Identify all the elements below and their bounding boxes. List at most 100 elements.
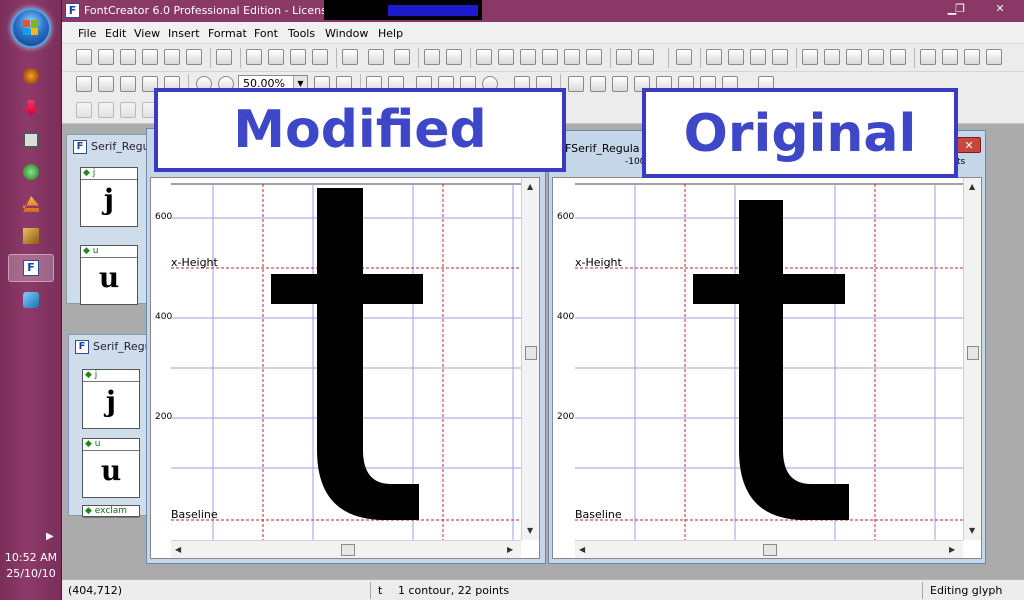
window-title[interactable]: F Serif_Regu — [75, 340, 152, 354]
undo-icon[interactable] — [342, 49, 358, 65]
glyph-canvas[interactable]: 600 400 200 x-Height Baseline ▲ ▼ ◀ ▶ — [552, 177, 982, 559]
menu-edit[interactable]: Edit — [105, 27, 126, 40]
scroll-thumb[interactable] — [967, 346, 979, 360]
menu-help[interactable]: Help — [378, 27, 403, 40]
glyph-edit-window-modified[interactable]: 600 400 200 x-Height Baseline ▲ ▼ ◀ ▶ — [146, 128, 546, 564]
close-window-button[interactable]: ✕ — [957, 137, 981, 153]
flower-icon[interactable] — [728, 49, 744, 65]
copy-icon[interactable] — [268, 49, 284, 65]
scroll-left-arrow-icon[interactable]: ◀ — [175, 545, 181, 554]
intersect-icon[interactable] — [964, 49, 980, 65]
glyph-cell[interactable]: ◆ j j — [80, 167, 138, 227]
fontcreator-app-icon[interactable]: F — [65, 3, 80, 18]
glyph-cell[interactable]: ◆ u u — [80, 245, 138, 305]
eraser-icon[interactable] — [706, 49, 722, 65]
glyph-cell[interactable]: ◆ j j — [82, 369, 140, 429]
vertical-scrollbar[interactable]: ▲ ▼ — [963, 178, 981, 540]
subtract-icon[interactable] — [942, 49, 958, 65]
check-icon[interactable] — [586, 49, 602, 65]
menu-window[interactable]: Window — [325, 27, 368, 40]
new-file-icon[interactable] — [76, 49, 92, 65]
vertical-scrollbar[interactable]: ▲ ▼ — [521, 178, 539, 540]
list-icon[interactable] — [498, 49, 514, 65]
glyph-overview-window[interactable]: F Serif_Regu ◆ j j ◆ u u ◆ exclam — [68, 334, 152, 518]
test-icon[interactable] — [186, 49, 202, 65]
start-button[interactable] — [11, 8, 51, 48]
menu-tools[interactable]: Tools — [288, 27, 315, 40]
save-icon[interactable] — [120, 49, 136, 65]
select-rectangle-icon[interactable] — [76, 76, 92, 92]
text-icon[interactable] — [542, 49, 558, 65]
lasso-icon[interactable] — [98, 76, 114, 92]
taskbar-app-download-icon[interactable] — [19, 96, 43, 120]
redo-icon[interactable] — [368, 49, 384, 65]
flip-left-icon[interactable] — [802, 49, 818, 65]
open-file-icon[interactable] — [98, 49, 114, 65]
sort-icon[interactable] — [476, 49, 492, 65]
print-icon[interactable] — [216, 49, 232, 65]
horizontal-scrollbar[interactable]: ◀ ▶ — [575, 540, 963, 558]
window-title[interactable]: FSerif_Regula — [565, 142, 640, 155]
scroll-thumb[interactable] — [341, 544, 355, 556]
glyph-overview-window[interactable]: F Serif_Regu ◆ j j ◆ u u — [66, 134, 150, 305]
glyph-cell[interactable]: ◆ u u — [82, 438, 140, 498]
menu-font[interactable]: Font — [254, 27, 278, 40]
scroll-up-arrow-icon[interactable]: ▲ — [527, 182, 533, 191]
scroll-left-arrow-icon[interactable]: ◀ — [579, 545, 585, 554]
refresh-icon[interactable] — [772, 49, 788, 65]
mirror-icon[interactable] — [846, 49, 862, 65]
hand-pan-icon[interactable] — [120, 76, 136, 92]
scroll-up-arrow-icon[interactable]: ▲ — [969, 182, 975, 191]
menu-file[interactable]: File — [78, 27, 96, 40]
properties-icon[interactable] — [164, 49, 180, 65]
cut-icon[interactable] — [246, 49, 262, 65]
revert-icon[interactable] — [394, 49, 410, 65]
align-icon[interactable] — [76, 102, 92, 118]
preview-icon[interactable] — [616, 49, 632, 65]
distribute-icon[interactable] — [98, 102, 114, 118]
transform-icon[interactable] — [564, 49, 580, 65]
save-all-icon[interactable] — [142, 49, 158, 65]
glyph-edit-window-original[interactable]: FSerif_Regula ✕ -100 ts 600 400 200 x-He… — [548, 130, 986, 564]
paste-icon[interactable] — [290, 49, 306, 65]
exclude-icon[interactable] — [986, 49, 1002, 65]
menu-view[interactable]: View — [134, 27, 160, 40]
group-icon[interactable] — [120, 102, 136, 118]
glyph-properties-icon[interactable] — [676, 49, 692, 65]
scroll-thumb[interactable] — [763, 544, 777, 556]
snap-grid-icon[interactable] — [590, 76, 606, 92]
scroll-thumb[interactable] — [525, 346, 537, 360]
taskbar-app-computer-icon[interactable] — [19, 128, 43, 152]
glyph-canvas[interactable]: 600 400 200 x-Height Baseline ▲ ▼ ◀ ▶ — [150, 177, 540, 559]
taskbar-app-network-icon[interactable] — [19, 288, 43, 312]
horizontal-scrollbar[interactable]: ◀ ▶ — [171, 540, 521, 558]
insert-text-icon[interactable] — [638, 49, 654, 65]
show-hidden-icons-arrow-icon[interactable]: ▶ — [46, 531, 54, 542]
system-clock[interactable]: 10:52 AM 25/10/10 — [0, 550, 62, 582]
guidelines-icon[interactable] — [612, 76, 628, 92]
restore-button[interactable]: ❐ — [948, 2, 972, 16]
taskbar-app-eject-icon[interactable] — [19, 192, 43, 216]
union-icon[interactable] — [920, 49, 936, 65]
scroll-right-arrow-icon[interactable]: ▶ — [507, 545, 513, 554]
insert-characters-icon[interactable] — [446, 49, 462, 65]
grid-icon[interactable] — [568, 76, 584, 92]
menu-insert[interactable]: Insert — [168, 27, 200, 40]
flip-up-icon[interactable] — [868, 49, 884, 65]
taskbar-app-browser-icon[interactable] — [19, 64, 43, 88]
glyph-cell[interactable]: ◆ exclam — [82, 505, 140, 518]
scroll-right-arrow-icon[interactable]: ▶ — [949, 545, 955, 554]
menu-format[interactable]: Format — [208, 27, 247, 40]
window-title[interactable]: F Serif_Regu — [73, 140, 150, 154]
delete-icon[interactable] — [312, 49, 328, 65]
scroll-down-arrow-icon[interactable]: ▼ — [527, 526, 533, 535]
taskbar-app-globe-icon[interactable] — [19, 160, 43, 184]
taskbar-app-fontcreator-icon[interactable]: F — [8, 254, 54, 282]
insert-glyph-icon[interactable] — [424, 49, 440, 65]
flip-down-icon[interactable] — [890, 49, 906, 65]
close-button[interactable]: ✕ — [988, 2, 1012, 16]
flip-right-icon[interactable] — [824, 49, 840, 65]
validate-icon[interactable] — [520, 49, 536, 65]
scroll-down-arrow-icon[interactable]: ▼ — [969, 526, 975, 535]
reset-icon[interactable] — [750, 49, 766, 65]
